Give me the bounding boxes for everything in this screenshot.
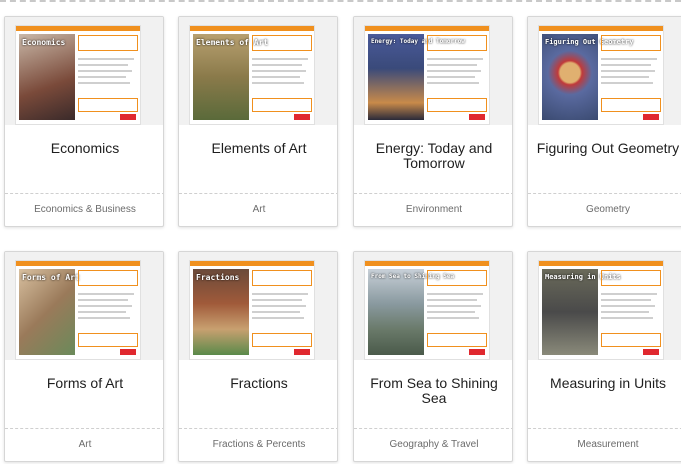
book-title[interactable]: Figuring Out Geometry bbox=[528, 141, 681, 156]
book-thumbnail[interactable]: Economics bbox=[5, 17, 163, 125]
book-thumbnail[interactable]: Elements of Art bbox=[179, 17, 337, 125]
card-divider bbox=[5, 193, 163, 194]
book-category[interactable]: Measurement bbox=[528, 439, 681, 450]
thumbnail-title: Fractions bbox=[196, 273, 240, 282]
card-divider bbox=[5, 428, 163, 429]
thumbnail-title: Economics bbox=[22, 38, 66, 47]
book-card[interactable]: Elements of Art Elements of Art Art bbox=[178, 16, 338, 227]
book-card[interactable]: Economics Economics Economics & Business bbox=[4, 16, 164, 227]
book-grid: Economics Economics Economics & Business… bbox=[0, 0, 681, 464]
book-category[interactable]: Geography & Travel bbox=[354, 439, 512, 450]
book-title[interactable]: From Sea to Shining Sea bbox=[354, 376, 512, 406]
book-card[interactable]: Measuring in Units Measuring in Units Me… bbox=[527, 251, 681, 462]
book-thumbnail[interactable]: From Sea to Shining Sea bbox=[354, 252, 512, 360]
card-divider bbox=[354, 193, 512, 194]
book-thumbnail[interactable]: Measuring in Units bbox=[528, 252, 681, 360]
book-card[interactable]: Fractions Fractions Fractions & Percents bbox=[178, 251, 338, 462]
book-category[interactable]: Geometry bbox=[528, 204, 681, 215]
book-category[interactable]: Environment bbox=[354, 204, 512, 215]
book-card[interactable]: Figuring Out Geometry Figuring Out Geome… bbox=[527, 16, 681, 227]
card-divider bbox=[528, 193, 681, 194]
thumbnail-title: Forms of Art bbox=[22, 273, 80, 282]
book-card[interactable]: Forms of Art Forms of Art Art bbox=[4, 251, 164, 462]
book-title[interactable]: Fractions bbox=[179, 376, 337, 391]
book-title[interactable]: Energy: Today and Tomorrow bbox=[354, 141, 512, 171]
book-card[interactable]: From Sea to Shining Sea From Sea to Shin… bbox=[353, 251, 513, 462]
book-thumbnail[interactable]: Forms of Art bbox=[5, 252, 163, 360]
book-category[interactable]: Art bbox=[179, 204, 337, 215]
book-title[interactable]: Elements of Art bbox=[179, 141, 337, 156]
book-card[interactable]: Energy: Today and Tomorrow Energy: Today… bbox=[353, 16, 513, 227]
book-category[interactable]: Economics & Business bbox=[5, 204, 163, 215]
book-thumbnail[interactable]: Figuring Out Geometry bbox=[528, 17, 681, 125]
book-title[interactable]: Measuring in Units bbox=[528, 376, 681, 391]
book-category[interactable]: Art bbox=[5, 439, 163, 450]
book-thumbnail[interactable]: Fractions bbox=[179, 252, 337, 360]
book-thumbnail[interactable]: Energy: Today and Tomorrow bbox=[354, 17, 512, 125]
card-divider bbox=[179, 193, 337, 194]
card-divider bbox=[179, 428, 337, 429]
book-title[interactable]: Economics bbox=[5, 141, 163, 156]
book-category[interactable]: Fractions & Percents bbox=[179, 439, 337, 450]
card-divider bbox=[354, 428, 512, 429]
book-title[interactable]: Forms of Art bbox=[5, 376, 163, 391]
card-divider bbox=[528, 428, 681, 429]
